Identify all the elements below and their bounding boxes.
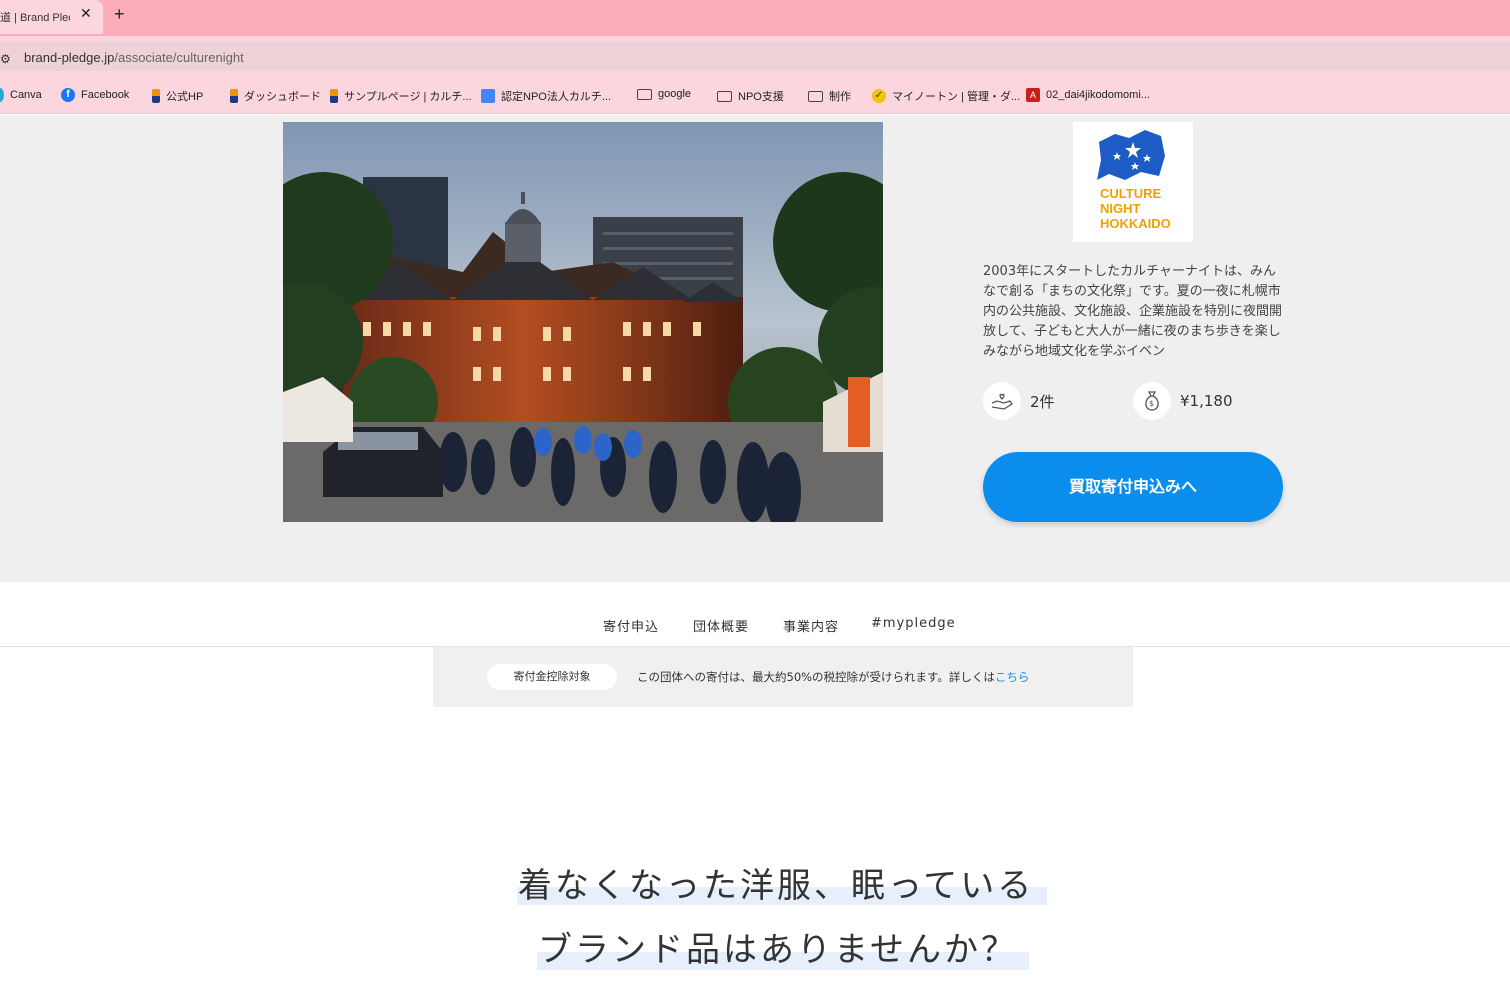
donation-count-stat: 2件 [983,382,1055,420]
nav-donation-apply[interactable]: 寄付申込 [603,616,659,635]
bar-icon [230,89,238,103]
nav-mypledge[interactable]: #mypledge [871,616,956,631]
folder-icon [808,90,823,102]
tab-strip: 道 | Brand Pledge ✕ + [0,0,1510,36]
doc-icon [481,89,495,103]
canva-icon [0,88,4,102]
donation-amount-stat: $ ¥1,180 [1133,382,1233,420]
donation-count: 2件 [1030,392,1055,411]
logo-line: HOKKAIDO [1100,216,1171,231]
tax-deduction-badge: 寄付金控除対象 [487,664,617,690]
check-icon: ✓ [872,89,886,103]
bookmark-label: google [658,88,692,100]
bookmark-label: 制作 [829,91,851,103]
bookmark-official-hp[interactable]: 公式HP [152,88,203,104]
bookmark-label: Canva [10,89,42,101]
bookmark-mynorton[interactable]: ✓ マイノートン | 管理・ダ... [872,88,1020,104]
bookmark-label: 公式HP [166,91,204,103]
money-bag-icon: $ [1133,382,1171,420]
tax-deduction-notice: 寄付金控除対象 この団体への寄付は、最大約50%の税控除が受けられます。詳しくは… [433,647,1133,707]
headline-line-2: ブランド品はありませんか？ [538,930,1018,970]
donation-amount: ¥1,180 [1180,392,1233,410]
bookmarks-bar: Canva f Facebook 公式HP ダッシュボード サンプルページ | カ… [0,76,1510,114]
hand-heart-icon [983,382,1021,420]
bookmark-npo[interactable]: 認定NPO法人カルチ... [481,88,611,104]
logo-line: CULTURE [1100,186,1162,201]
bookmark-label: Facebook [81,89,130,101]
nav-activities[interactable]: 事業内容 [783,616,839,635]
site-settings-icon[interactable]: ⚙ [0,52,11,66]
bookmark-label: 02_dai4jikodomomi... [1046,89,1150,101]
tax-text-body: この団体への寄付は、最大約50%の税控除が受けられます。詳しくは [637,670,995,684]
facebook-icon: f [61,88,75,102]
logo-line: NIGHT [1100,201,1141,216]
url-host: brand-pledge.jp [24,50,115,65]
pdf-icon: A [1026,88,1040,102]
section-nav: 寄付申込 団体概要 事業内容 #mypledge [0,582,1510,647]
url-path: /associate/culturenight [114,50,244,65]
logo-wordmark: CULTURE NIGHT HOKKAIDO [1100,186,1190,231]
org-description: 2003年にスタートしたカルチャーナイトは、みんなで創る「まちの文化祭」です。夏… [983,264,1283,359]
bookmark-canva[interactable]: Canva [0,88,42,102]
org-hero: CULTURE NIGHT HOKKAIDO 2003年にスタートしたカルチャー… [0,115,1510,582]
tab-title: 道 | Brand Pledge [0,12,70,24]
bookmark-label: マイノートン | 管理・ダ... [892,91,1021,103]
org-logo: CULTURE NIGHT HOKKAIDO [1073,122,1193,242]
svg-text:$: $ [1149,399,1154,408]
bar-icon [330,89,338,103]
bookmark-production[interactable]: 制作 [808,88,851,104]
folder-icon [717,90,732,102]
new-tab-button[interactable]: + [114,4,125,25]
bookmark-label: ダッシュボード [244,91,321,103]
donation-apply-button[interactable]: 買取寄付申込みへ [983,452,1283,522]
nav-org-overview[interactable]: 団体概要 [693,616,749,635]
bookmark-npo-support[interactable]: NPO支援 [717,88,784,104]
bar-icon [152,89,160,103]
browser-tab[interactable]: 道 | Brand Pledge ✕ [0,0,103,34]
tax-deduction-text: この団体への寄付は、最大約50%の税控除が受けられます。詳しくはこちら [637,669,1029,685]
hero-photo [283,122,883,522]
bookmark-label: 認定NPO法人カルチ... [501,91,612,103]
bookmark-pdf[interactable]: A 02_dai4jikodomomi... [1026,88,1150,102]
bookmark-sample-page[interactable]: サンプルページ | カルチ... [330,88,472,104]
close-icon[interactable]: ✕ [80,6,92,22]
bookmark-facebook[interactable]: f Facebook [61,88,129,102]
address-bar-area: ⚙ brand-pledge.jp/associate/culturenight [0,36,1510,76]
bookmark-google[interactable]: google [637,88,691,100]
url-text[interactable]: brand-pledge.jp/associate/culturenight [24,50,244,65]
tax-details-link[interactable]: こちら [995,670,1030,684]
bookmark-label: サンプルページ | カルチ... [344,91,472,103]
bookmark-dashboard[interactable]: ダッシュボード [230,88,321,104]
folder-icon [637,88,652,100]
headline-line-1: 着なくなった洋服、眠っている [518,866,1035,906]
bookmark-label: NPO支援 [738,91,784,103]
